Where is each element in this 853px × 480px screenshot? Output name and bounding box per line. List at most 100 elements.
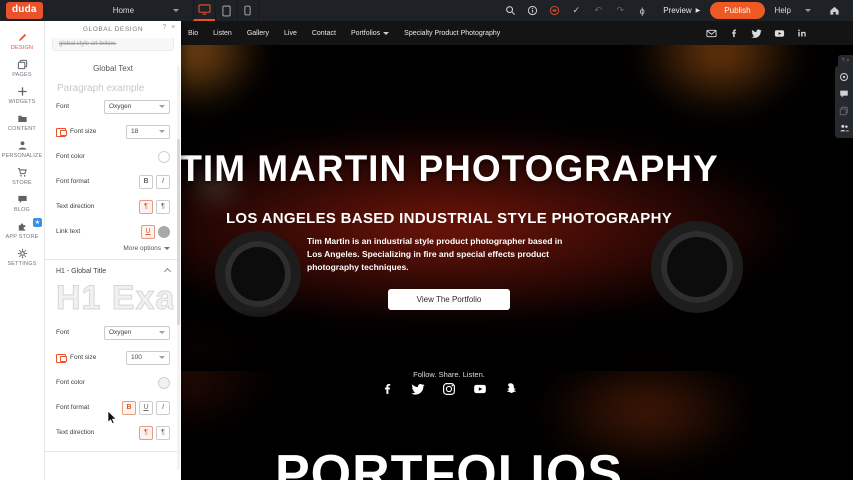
screenshot-icon[interactable] xyxy=(835,68,853,85)
mobile-device-button[interactable] xyxy=(237,0,259,21)
direction-ltr-button[interactable]: ¶ xyxy=(139,200,153,214)
font-color-swatch[interactable] xyxy=(158,151,170,163)
twitter-icon[interactable] xyxy=(751,28,762,39)
info-icon[interactable] xyxy=(521,0,543,21)
font-label: Font xyxy=(56,103,69,110)
team-icon[interactable] xyxy=(835,119,853,136)
toolbar-help[interactable]: ? xyxy=(842,58,845,64)
more-options-label: More options xyxy=(123,245,161,252)
sidebar-item-app-store[interactable]: ★ APP STORE xyxy=(0,217,44,244)
sidebar-item-personalize[interactable]: PERSONALIZE xyxy=(0,136,44,163)
scrolled-description-card: global style art below. xyxy=(52,38,174,51)
link-underline-button[interactable]: U xyxy=(141,225,155,239)
toolbar-close[interactable]: × xyxy=(846,58,849,64)
email-icon[interactable] xyxy=(706,28,717,39)
link-color-swatch[interactable] xyxy=(158,226,170,238)
h1-underline-button[interactable]: U xyxy=(139,401,153,415)
nav-item-listen[interactable]: Listen xyxy=(213,30,232,37)
h1-font-color-swatch[interactable] xyxy=(158,377,170,389)
h1-example-preview: H1 Example xyxy=(56,279,174,318)
panel-close-icon[interactable]: × xyxy=(171,24,176,31)
twitter-icon[interactable] xyxy=(411,382,425,396)
font-color-label: Font color xyxy=(56,153,85,160)
nav-item-specialty[interactable]: Specialty Product Photography xyxy=(404,30,500,37)
sidebar-item-pages[interactable]: PAGES xyxy=(0,55,44,82)
h1-font-family-dropdown[interactable]: Oxygen xyxy=(104,326,170,340)
nav-item-live[interactable]: Live xyxy=(284,30,297,37)
folder-icon xyxy=(17,113,28,124)
gear-icon xyxy=(17,248,28,259)
facebook-icon[interactable] xyxy=(381,382,394,395)
pages-icon xyxy=(17,59,28,70)
view-portfolio-button[interactable]: View The Portfolio xyxy=(388,289,510,310)
sidebar-item-widgets[interactable]: WIDGETS xyxy=(0,82,44,109)
nav-item-gallery[interactable]: Gallery xyxy=(247,30,269,37)
sidebar-item-design[interactable]: DESIGN xyxy=(0,28,44,55)
panel-header: GLOBAL DESIGN ? × xyxy=(45,21,181,38)
direction-rtl-button[interactable]: ¶ xyxy=(156,200,170,214)
sidebar-item-label: APP STORE xyxy=(5,234,38,240)
bold-button[interactable]: B xyxy=(139,175,153,189)
play-icon: ▶ xyxy=(696,7,701,14)
nav-item-bio[interactable]: Bio xyxy=(188,30,198,37)
collaboration-toolbar: ? × xyxy=(835,55,853,138)
h1-bold-button[interactable]: B xyxy=(122,401,136,415)
italic-button[interactable]: I xyxy=(156,175,170,189)
redo-icon[interactable]: ↷ xyxy=(609,0,631,21)
font-family-dropdown[interactable]: Oxygen xyxy=(104,100,170,114)
more-options-link[interactable]: More options xyxy=(56,245,170,252)
nav-item-portfolios[interactable]: Portfolios xyxy=(351,30,389,37)
sidebar-item-label: DESIGN xyxy=(11,45,33,51)
sidebar-item-blog[interactable]: BLOG xyxy=(0,190,44,217)
sidebar-item-label: CONTENT xyxy=(8,126,36,132)
dev-mode-icon[interactable]: ɸ xyxy=(631,0,653,21)
font-size-dropdown[interactable]: 18 xyxy=(126,125,170,139)
sidebar-item-settings[interactable]: SETTINGS xyxy=(0,244,44,271)
h1-font-size-dropdown[interactable]: 100 xyxy=(126,351,170,365)
nav-item-contact[interactable]: Contact xyxy=(312,30,336,37)
brush-icon xyxy=(17,32,28,43)
chevron-down-icon xyxy=(164,247,170,250)
section-divider xyxy=(45,451,181,452)
h1-direction-rtl-button[interactable]: ¶ xyxy=(156,426,170,440)
editor-sidebar: DESIGN PAGES WIDGETS CONTENT PERSONALIZE… xyxy=(0,21,45,480)
panel-scrollbar[interactable] xyxy=(177,66,180,470)
instagram-icon[interactable] xyxy=(442,382,456,396)
link-text-label: Link text xyxy=(56,228,80,235)
youtube-icon[interactable] xyxy=(774,28,785,39)
search-icon[interactable] xyxy=(499,0,521,21)
facebook-icon[interactable] xyxy=(729,28,739,38)
comments-icon[interactable] xyxy=(835,85,853,102)
publish-button[interactable]: Publish xyxy=(710,2,764,19)
snapchat-icon[interactable] xyxy=(504,382,517,395)
person-icon xyxy=(17,140,28,151)
page-selector-dropdown[interactable]: Home xyxy=(113,6,183,15)
linkedin-icon[interactable] xyxy=(797,28,807,38)
puzzle-icon xyxy=(17,221,28,232)
text-direction-label: Text direction xyxy=(56,203,94,210)
sidebar-item-content[interactable]: CONTENT xyxy=(0,109,44,136)
undo-icon[interactable]: ↶ xyxy=(587,0,609,21)
help-dropdown[interactable]: Help xyxy=(775,6,811,15)
h1-direction-ltr-button[interactable]: ¶ xyxy=(139,426,153,440)
tablet-device-button[interactable] xyxy=(215,0,237,21)
preview-button[interactable]: Preview ▶ xyxy=(663,6,700,15)
panel-help-icon[interactable]: ? xyxy=(163,24,168,31)
font-format-label: Font format xyxy=(56,404,89,411)
chevron-down-icon xyxy=(159,130,165,133)
duda-logo[interactable]: duda xyxy=(6,2,43,19)
sidebar-item-store[interactable]: STORE xyxy=(0,163,44,190)
versions-icon[interactable] xyxy=(835,102,853,119)
plus-icon xyxy=(17,86,28,97)
desktop-device-button[interactable] xyxy=(193,0,215,21)
h1-section-header[interactable]: H1 - Global Title xyxy=(56,268,170,275)
font-color-label: Font color xyxy=(56,379,85,386)
save-check-icon[interactable]: ✓ xyxy=(565,0,587,21)
responsive-size-icon xyxy=(56,128,67,136)
toolbar-handle[interactable]: ? × xyxy=(838,55,853,66)
feedback-icon[interactable] xyxy=(543,0,565,21)
dashboard-home-icon[interactable] xyxy=(823,0,845,21)
youtube-icon[interactable] xyxy=(473,382,487,396)
scrolled-description-text: global style art below. xyxy=(59,41,116,47)
h1-italic-button[interactable]: I xyxy=(156,401,170,415)
